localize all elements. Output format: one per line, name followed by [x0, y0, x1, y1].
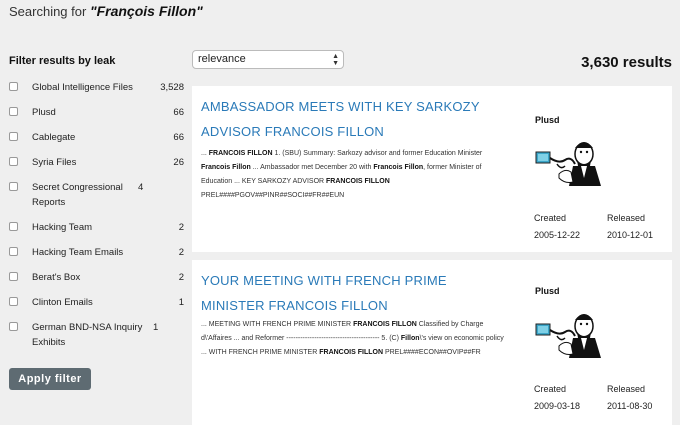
filter-label: Cablegate: [32, 132, 76, 143]
apply-filter-button[interactable]: Apply filter: [9, 368, 91, 390]
filter-count: 66: [173, 107, 184, 118]
checkbox-icon[interactable]: [9, 272, 18, 281]
released-label: Released: [607, 384, 646, 394]
snippet-highlight: Francois Fillon: [201, 164, 251, 171]
filter-label: Clinton Emails: [32, 297, 93, 308]
filter-count: 3,528: [160, 82, 184, 93]
checkbox-icon[interactable]: [9, 132, 18, 141]
plusd-logo-icon: [535, 314, 601, 358]
filter-item-clinton-emails[interactable]: Clinton Emails 1: [9, 295, 184, 310]
leak-name: Plusd: [535, 286, 560, 296]
filter-count: 4: [138, 182, 144, 193]
search-header: Searching for "François Fillon": [9, 3, 203, 19]
checkbox-icon[interactable]: [9, 297, 18, 306]
filter-item-cablegate[interactable]: Cablegate 66: [9, 130, 184, 145]
search-prefix: Searching for: [9, 4, 87, 19]
filter-count: 1: [178, 297, 184, 308]
result-title-link[interactable]: YOUR MEETING WITH FRENCH PRIME MINISTER …: [201, 268, 501, 318]
created-date: 2005-12-22: [534, 230, 581, 240]
filter-label: German BND-NSA Inquiry Exhibits: [32, 322, 143, 348]
checkbox-icon[interactable]: [9, 222, 18, 231]
sort-select[interactable]: relevance ▲ ▼: [192, 50, 344, 69]
filter-item-secret-congressional-reports[interactable]: Secret Congressional Reports 4: [9, 180, 184, 210]
result-snippet: ... FRANCOIS FILLON 1. (SBU) Summary: Sa…: [201, 150, 483, 199]
checkbox-icon[interactable]: [9, 107, 18, 116]
snippet-highlight: Francois Fillon: [373, 164, 424, 171]
filter-count: 1: [153, 322, 159, 333]
filter-label: Hacking Team Emails: [32, 247, 124, 258]
filter-item-berats-box[interactable]: Berat's Box 2: [9, 270, 184, 285]
released-date: 2010-12-01: [607, 230, 654, 240]
filter-item-global-intelligence-files[interactable]: Global Intelligence Files 3,528: [9, 80, 184, 95]
filter-list: Global Intelligence Files 3,528 Plusd 66…: [9, 80, 184, 350]
filter-item-german-bnd-nsa-inquiry-exhibits[interactable]: German BND-NSA Inquiry Exhibits 1: [9, 320, 184, 350]
filter-count: 2: [178, 247, 184, 258]
created-label: Created: [534, 384, 567, 394]
filter-label: Plusd: [32, 107, 56, 118]
snippet-highlight: FRANCOIS FILLON: [326, 178, 390, 185]
snippet-highlight: Fillon: [400, 335, 420, 342]
leak-name: Plusd: [535, 115, 560, 125]
result-card: YOUR MEETING WITH FRENCH PRIME MINISTER …: [192, 260, 672, 425]
result-title-link[interactable]: AMBASSADOR MEETS WITH KEY SARKOZY ADVISO…: [201, 94, 501, 144]
plusd-logo-icon: [535, 142, 601, 186]
snippet-highlight: FRANCOIS FILLON: [353, 321, 417, 328]
created-date: 2009-03-18: [534, 401, 581, 411]
filter-label: Secret Congressional Reports: [32, 182, 123, 208]
filter-count: 26: [173, 157, 184, 168]
filter-count: 2: [178, 222, 184, 233]
filter-label: Berat's Box: [32, 272, 81, 283]
filter-title: Filter results by leak: [9, 55, 116, 67]
result-card: AMBASSADOR MEETS WITH KEY SARKOZY ADVISO…: [192, 86, 672, 252]
sort-selected-value: relevance: [198, 53, 246, 65]
checkbox-icon[interactable]: [9, 322, 18, 331]
filter-count: 66: [173, 132, 184, 143]
released-label: Released: [607, 213, 646, 223]
result-count: 3,630 results: [581, 54, 672, 71]
created-label: Created: [534, 213, 567, 223]
filter-item-hacking-team[interactable]: Hacking Team 2: [9, 220, 184, 235]
filter-count: 2: [178, 272, 184, 283]
snippet-highlight: FRANCOIS FILLON: [208, 150, 273, 157]
checkbox-icon[interactable]: [9, 247, 18, 256]
checkbox-icon[interactable]: [9, 157, 18, 166]
chevron-down-icon: ▲ ▼: [332, 53, 339, 67]
checkbox-icon[interactable]: [9, 82, 18, 91]
result-snippet: ... MEETING WITH FRENCH PRIME MINISTER F…: [201, 321, 504, 356]
filter-label: Global Intelligence Files: [32, 82, 133, 93]
search-query: "François Fillon": [89, 3, 203, 19]
filter-item-plusd[interactable]: Plusd 66: [9, 105, 184, 120]
checkbox-icon[interactable]: [9, 182, 18, 191]
filter-label: Syria Files: [32, 157, 77, 168]
snippet-highlight: FRANCOIS FILLON: [319, 349, 384, 356]
filter-item-syria-files[interactable]: Syria Files 26: [9, 155, 184, 170]
released-date: 2011-08-30: [607, 401, 653, 411]
filter-label: Hacking Team: [32, 222, 93, 233]
filter-item-hacking-team-emails[interactable]: Hacking Team Emails 2: [9, 245, 184, 260]
